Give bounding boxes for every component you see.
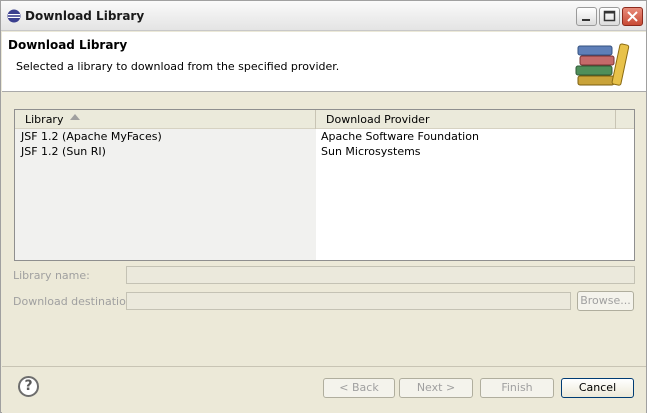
library-name-label: Library name: (13, 269, 90, 282)
maximize-icon (603, 10, 616, 22)
column-header-download-provider[interactable]: Download Provider (316, 110, 616, 129)
eclipse-icon (7, 9, 21, 23)
minimize-button[interactable] (576, 7, 597, 26)
maximize-button[interactable] (599, 7, 620, 26)
close-button[interactable] (622, 7, 643, 26)
banner-title: Download Library (8, 38, 128, 52)
provider-cell: Apache Software Foundation (321, 130, 479, 143)
column-header-library[interactable]: Library (15, 110, 316, 129)
books-icon (575, 43, 630, 86)
library-table[interactable]: Library Download Provider JSF 1.2 (Apach… (14, 109, 635, 261)
back-button[interactable]: < Back (323, 378, 395, 398)
next-button[interactable]: Next > (399, 378, 473, 398)
browse-button[interactable]: Browse... (577, 291, 634, 311)
window-title: Download Library (25, 9, 145, 23)
finish-button[interactable]: Finish (480, 378, 554, 398)
table-row[interactable]: JSF 1.2 (Sun RI) Sun Microsystems (15, 145, 634, 160)
download-destination-field[interactable] (126, 292, 571, 310)
provider-cell: Sun Microsystems (321, 145, 421, 158)
library-name-field[interactable] (126, 266, 635, 284)
title-bar[interactable]: Download Library (1, 1, 646, 31)
close-icon (627, 11, 638, 22)
button-bar-separator (2, 366, 646, 367)
download-destination-label: Download destination: (13, 295, 137, 308)
banner-description: Selected a library to download from the … (16, 60, 340, 73)
help-icon[interactable]: ? (18, 376, 39, 397)
column-header-label: Library (25, 113, 64, 126)
table-header: Library Download Provider (15, 110, 634, 129)
library-cell: JSF 1.2 (Sun RI) (21, 145, 106, 158)
table-row[interactable]: JSF 1.2 (Apache MyFaces) Apache Software… (15, 130, 634, 145)
minimize-icon (582, 19, 590, 21)
sort-ascending-icon (70, 114, 80, 120)
cancel-button[interactable]: Cancel (561, 378, 634, 398)
library-cell: JSF 1.2 (Apache MyFaces) (21, 130, 162, 143)
column-header-label: Download Provider (326, 113, 430, 126)
dialog-banner: Download Library Selected a library to d… (2, 32, 646, 92)
download-library-dialog: Download Library Download Library Select… (0, 0, 647, 413)
